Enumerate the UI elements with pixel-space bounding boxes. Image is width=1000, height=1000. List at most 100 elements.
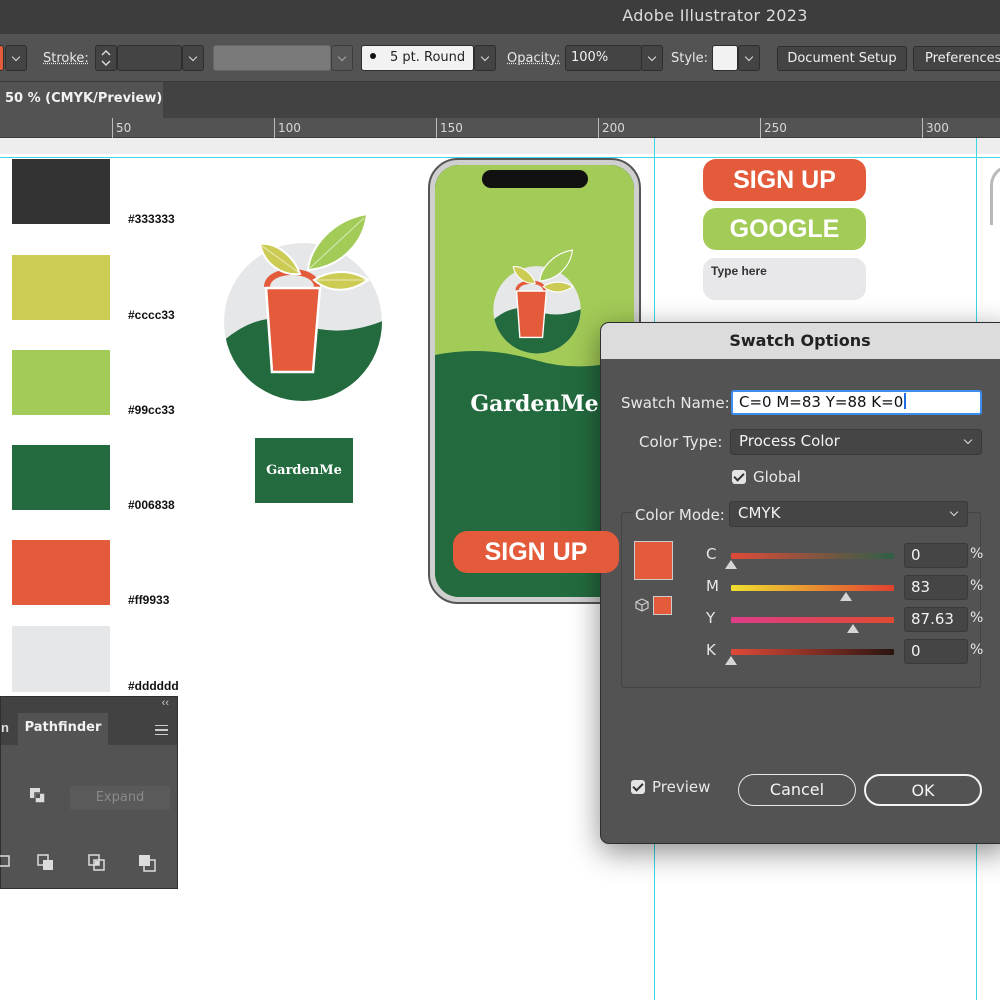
preview-checkbox[interactable] <box>631 780 645 794</box>
ruler-tick <box>274 118 275 138</box>
horizontal-ruler[interactable]: 50 100 150 200 250 300 <box>0 118 1000 138</box>
cyan-slider-thumb[interactable] <box>725 560 737 569</box>
ruler-tick <box>922 118 923 138</box>
global-label[interactable]: Global <box>753 468 801 486</box>
preview-label[interactable]: Preview <box>652 778 710 796</box>
google-button[interactable]: GOOGLE <box>703 208 866 250</box>
yellow-slider-track[interactable] <box>731 617 894 623</box>
stroke-weight-stepper[interactable] <box>95 45 117 71</box>
style-dropdown[interactable] <box>738 45 760 71</box>
profile-dropdown[interactable] <box>331 45 353 71</box>
crop-icon[interactable] <box>137 853 157 873</box>
pathfinder-panel: ‹‹ n Pathfinder Expand <box>0 696 178 889</box>
ruler-tick <box>436 118 437 138</box>
swatch-hex-label: #99cc33 <box>128 403 175 417</box>
ruler-label: 150 <box>440 121 463 135</box>
swatch-options-dialog: Swatch Options Swatch Name: C=0 M=83 Y=8… <box>600 322 1000 844</box>
preferences-button[interactable]: Preferences <box>913 46 1000 71</box>
phone-mockup-partial[interactable] <box>990 165 1000 225</box>
channel-label-k: K <box>706 641 716 659</box>
black-value-input[interactable]: 0 <box>904 639 968 664</box>
out-of-web-gamut-cube-icon[interactable] <box>635 598 649 612</box>
magenta-value-input[interactable]: 83 <box>904 575 968 600</box>
control-bar: Stroke: 5 pt. Round Opacity: 100% Style:… <box>0 34 1000 82</box>
color-swatch[interactable] <box>12 626 110 692</box>
title-bar: Adobe Illustrator 2023 <box>0 0 1000 34</box>
magenta-slider-track[interactable] <box>731 585 894 591</box>
brush-definition[interactable]: 5 pt. Round <box>361 45 474 71</box>
ok-button[interactable]: OK <box>864 774 982 806</box>
stroke-label[interactable]: Stroke: <box>43 51 89 66</box>
yellow-slider-thumb[interactable] <box>847 624 859 633</box>
channel-label-m: M <box>706 577 719 595</box>
stroke-weight-input[interactable] <box>117 45 182 71</box>
dialog-title[interactable]: Swatch Options <box>601 323 1000 359</box>
channel-label-c: C <box>706 545 717 563</box>
opacity-arrow[interactable] <box>641 45 663 71</box>
yellow-value-input[interactable]: 87.63 <box>904 607 968 632</box>
web-safe-color-chip[interactable] <box>653 596 672 615</box>
graphic-style-swatch[interactable] <box>712 45 738 71</box>
black-slider-thumb[interactable] <box>725 656 737 665</box>
color-swatch[interactable] <box>12 350 110 415</box>
chevron-down-icon <box>963 435 973 445</box>
color-type-label: Color Type: <box>639 433 723 451</box>
brush-value: 5 pt. Round <box>390 50 466 65</box>
fill-dropdown[interactable] <box>5 45 27 71</box>
color-preview-chip <box>634 541 673 580</box>
color-mode-select[interactable]: CMYK <box>729 501 968 527</box>
chevron-down-icon <box>949 507 959 517</box>
magenta-slider-thumb[interactable] <box>840 592 852 601</box>
cyan-value-input[interactable]: 0 <box>904 543 968 568</box>
variable-width-profile[interactable] <box>213 45 331 71</box>
tab-pathfinder[interactable]: Pathfinder <box>18 713 108 745</box>
divide-icon[interactable] <box>0 853 13 873</box>
percent-label: % <box>970 578 984 594</box>
swatch-hex-label: #333333 <box>128 212 175 226</box>
color-mode-value: CMYK <box>738 504 781 522</box>
phone-brand-name: GardenMe <box>470 391 599 417</box>
swatch-name-input[interactable]: C=0 M=83 Y=88 K=0 <box>731 390 982 415</box>
cyan-slider-track[interactable] <box>731 553 894 559</box>
document-tab-bar: 50 % (CMYK/Preview) <box>0 82 1000 118</box>
tab-transform[interactable]: n <box>1 713 15 745</box>
brush-dropdown[interactable] <box>474 45 496 71</box>
collapse-icon[interactable]: ‹‹ <box>162 697 169 709</box>
text-caret <box>904 393 907 409</box>
swatch-hex-label: #ff9933 <box>128 593 170 607</box>
swatch-hex-label: #006838 <box>128 498 175 512</box>
color-swatch[interactable] <box>12 255 110 320</box>
opacity-label[interactable]: Opacity: <box>507 51 560 66</box>
ruler-label: 100 <box>278 121 301 135</box>
black-slider-track[interactable] <box>731 649 894 655</box>
swatch-name-label: Swatch Name: <box>621 394 730 412</box>
phone-signup-button[interactable]: SIGN UP <box>453 531 619 573</box>
color-swatch[interactable] <box>12 159 110 224</box>
panel-header[interactable]: ‹‹ <box>1 697 177 713</box>
cancel-button[interactable]: Cancel <box>738 774 856 806</box>
color-swatch[interactable] <box>12 445 110 510</box>
text-input-mockup[interactable]: Type here <box>703 258 866 300</box>
merge-icon[interactable] <box>87 853 107 873</box>
expand-button[interactable]: Expand <box>70 786 170 810</box>
percent-label: % <box>970 642 984 658</box>
opacity-input[interactable]: 100% <box>565 45 642 71</box>
global-checkbox[interactable] <box>732 470 746 484</box>
phone-notch <box>482 170 588 188</box>
color-swatch[interactable] <box>12 540 110 605</box>
signup-button[interactable]: SIGN UP <box>703 159 866 201</box>
color-type-select[interactable]: Process Color <box>730 429 982 455</box>
fill-color-swatch[interactable] <box>0 45 4 71</box>
stroke-weight-dropdown[interactable] <box>182 45 204 71</box>
gardenme-wordmark-tile[interactable]: GardenMe <box>255 438 353 503</box>
minus-front-icon[interactable] <box>28 786 48 806</box>
stepper-arrows-icon <box>101 50 111 66</box>
panel-tabs: n Pathfinder <box>1 713 177 745</box>
ruler-tick <box>112 118 113 138</box>
style-label: Style: <box>671 51 709 66</box>
gardenme-logo-icon[interactable] <box>222 212 384 402</box>
document-tab[interactable]: 50 % (CMYK/Preview) <box>0 82 163 118</box>
panel-menu-icon[interactable] <box>155 725 168 735</box>
document-setup-button[interactable]: Document Setup <box>777 46 907 71</box>
trim-icon[interactable] <box>36 853 56 873</box>
